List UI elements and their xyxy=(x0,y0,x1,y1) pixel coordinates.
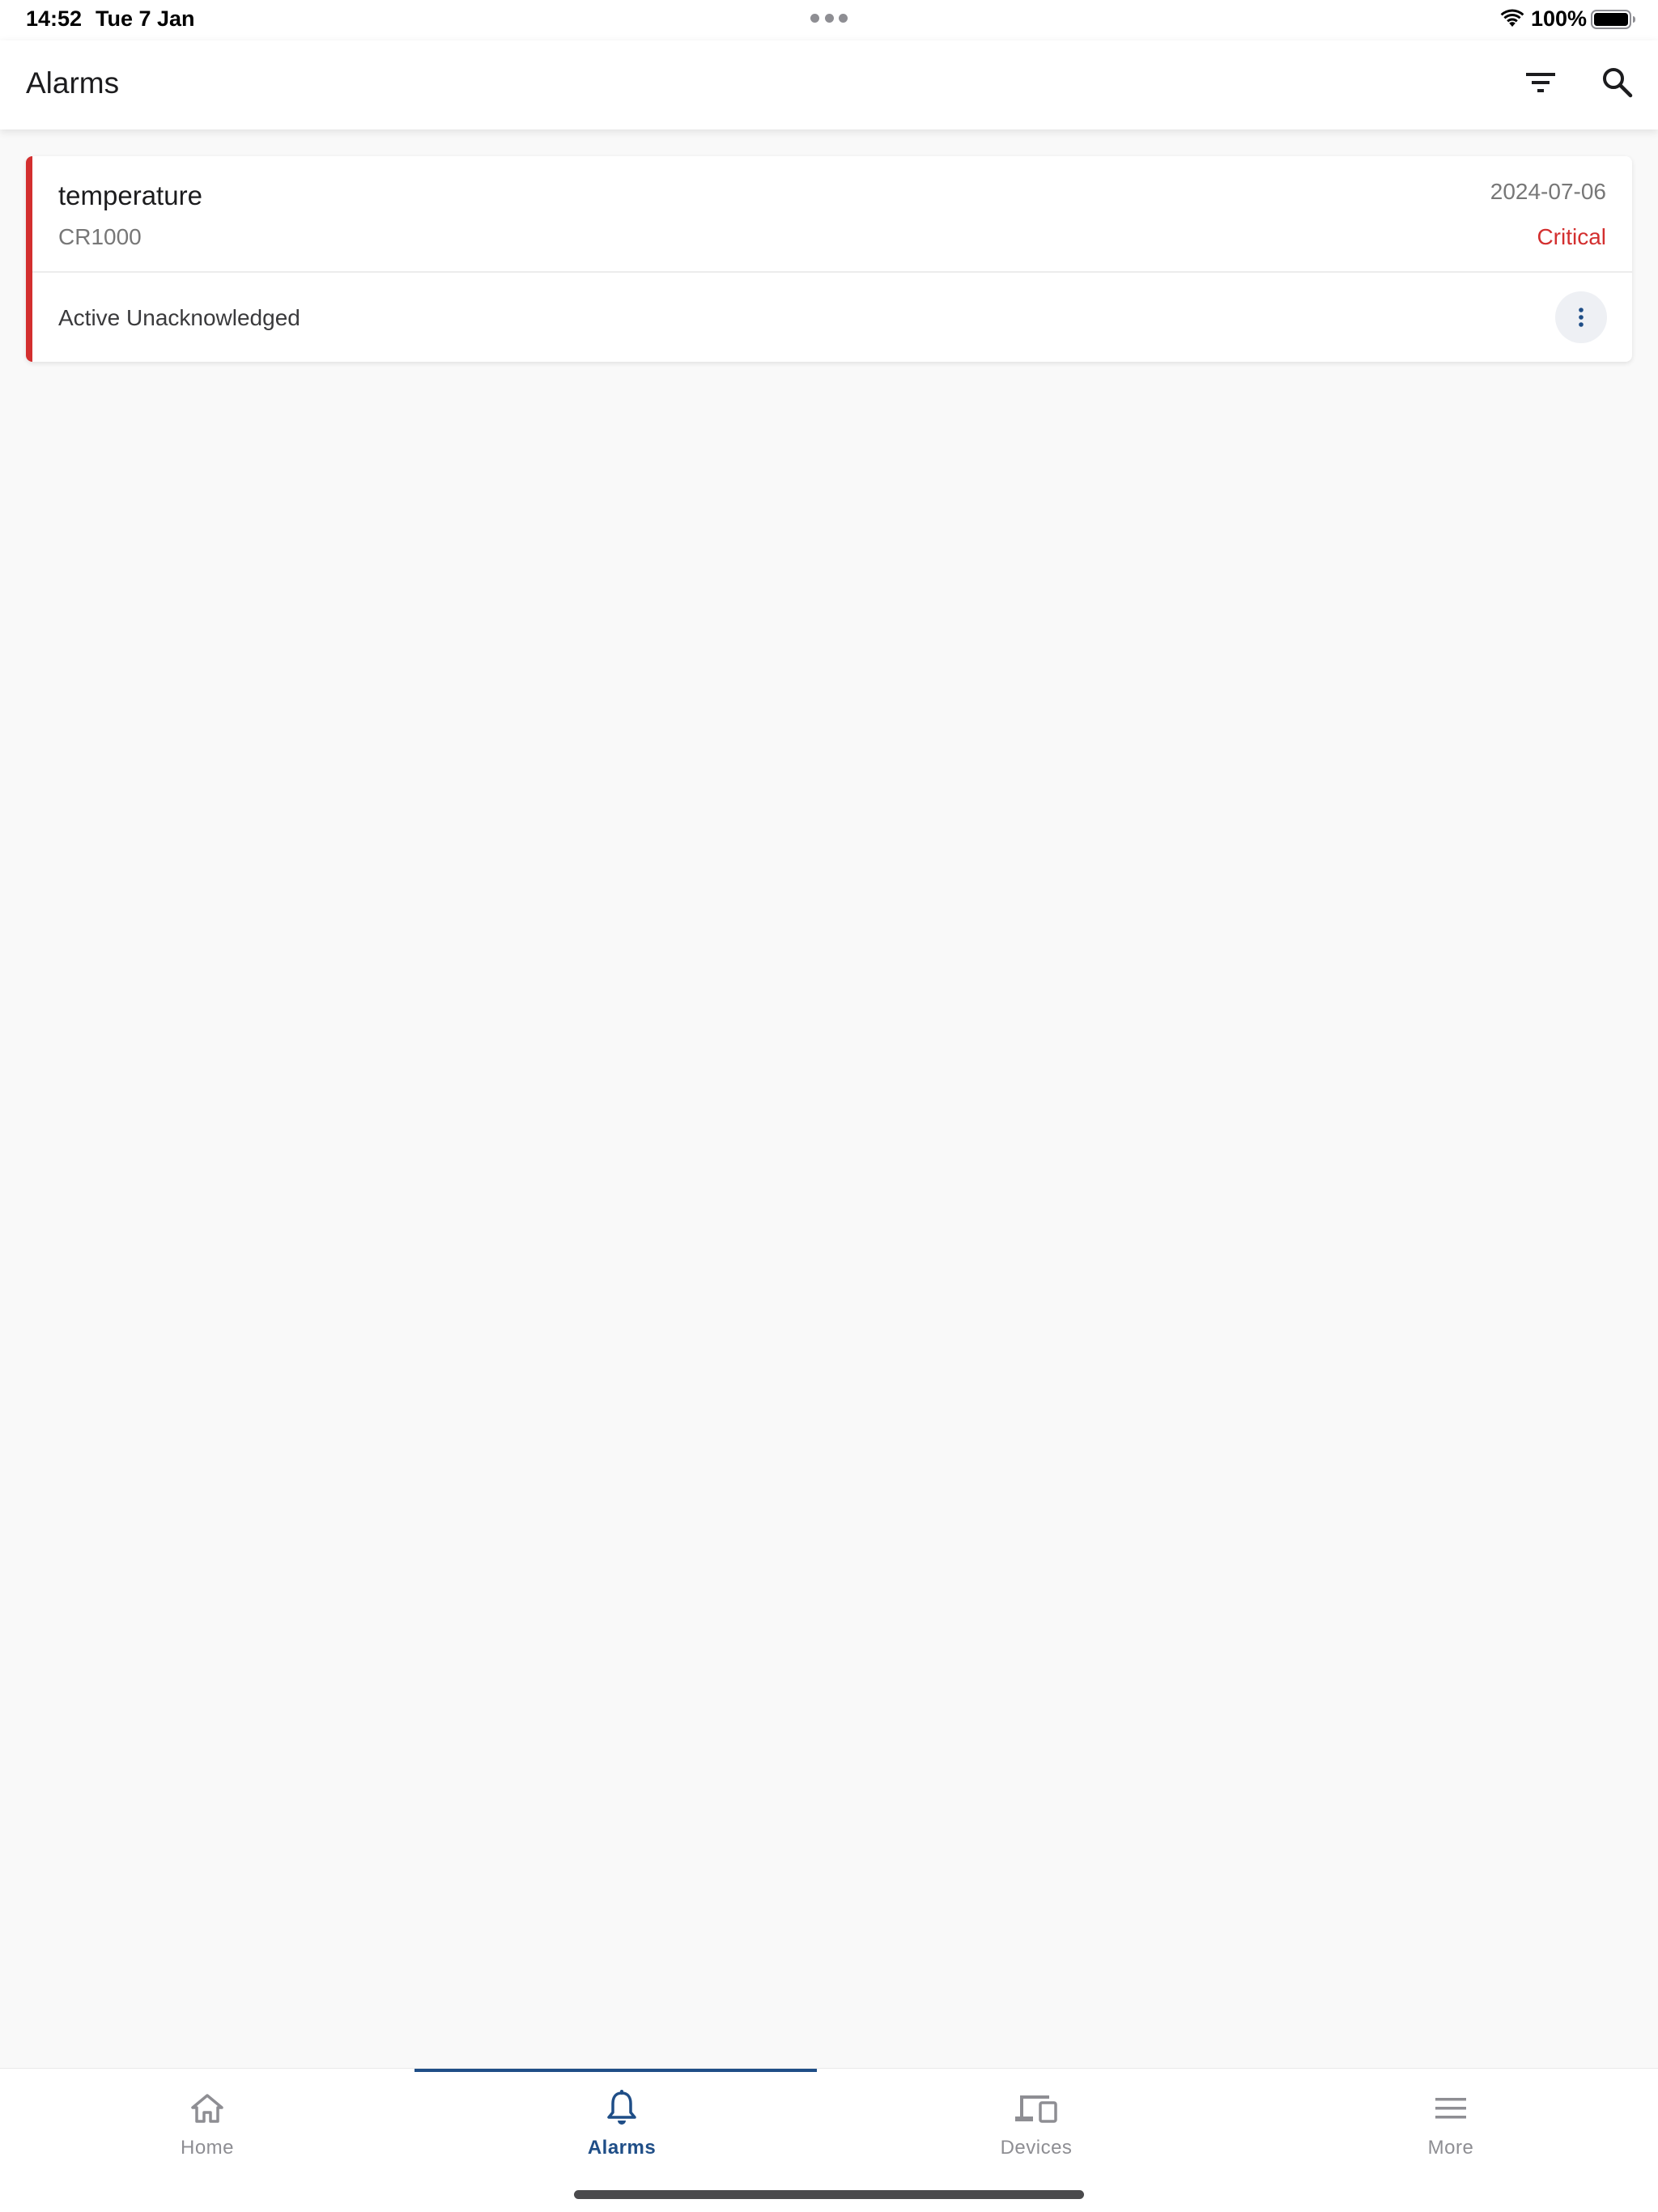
nav-label-more: More xyxy=(1427,2137,1474,2159)
status-date: Tue 7 Jan xyxy=(96,6,195,31)
alarm-device: CR1000 xyxy=(58,224,142,249)
alarm-card[interactable]: temperature CR1000 2024-07-06 Critical A… xyxy=(26,156,1632,362)
search-button[interactable] xyxy=(1592,57,1643,108)
filter-button[interactable] xyxy=(1515,57,1567,108)
devices-icon xyxy=(1015,2095,1057,2123)
card-divider xyxy=(32,271,1632,273)
bell-icon xyxy=(607,2090,636,2125)
filter-icon xyxy=(1526,73,1555,92)
battery-percentage: 100% xyxy=(1531,6,1588,31)
alarm-more-button[interactable] xyxy=(1555,291,1607,343)
severity-indicator xyxy=(26,156,32,362)
home-indicator[interactable] xyxy=(574,2190,1084,2199)
multitasking-dots-icon[interactable] xyxy=(810,14,848,23)
alarm-status: Active Unacknowledged xyxy=(58,305,300,330)
more-vertical-icon xyxy=(1579,308,1584,327)
app-bar: Alarms xyxy=(0,40,1658,129)
page-title: Alarms xyxy=(26,66,120,100)
alarm-name: temperature xyxy=(58,180,202,210)
menu-icon xyxy=(1435,2098,1466,2119)
nav-item-home[interactable]: Home xyxy=(0,2069,414,2166)
home-icon xyxy=(191,2094,223,2123)
nav-item-more[interactable]: More xyxy=(1244,2069,1658,2166)
alarm-severity: Critical xyxy=(1537,224,1606,249)
nav-label-home: Home xyxy=(180,2137,235,2159)
wifi-icon xyxy=(1500,9,1524,27)
nav-item-alarms[interactable]: Alarms xyxy=(414,2069,829,2166)
search-icon xyxy=(1603,68,1633,98)
nav-item-devices[interactable]: Devices xyxy=(829,2069,1244,2166)
status-bar: 14:52 Tue 7 Jan 100% xyxy=(0,0,1658,40)
battery-icon xyxy=(1591,10,1635,29)
status-time: 14:52 xyxy=(26,6,83,31)
alarm-date: 2024-07-06 xyxy=(1490,179,1606,204)
nav-label-alarms: Alarms xyxy=(587,2137,657,2159)
nav-label-devices: Devices xyxy=(1000,2137,1073,2159)
